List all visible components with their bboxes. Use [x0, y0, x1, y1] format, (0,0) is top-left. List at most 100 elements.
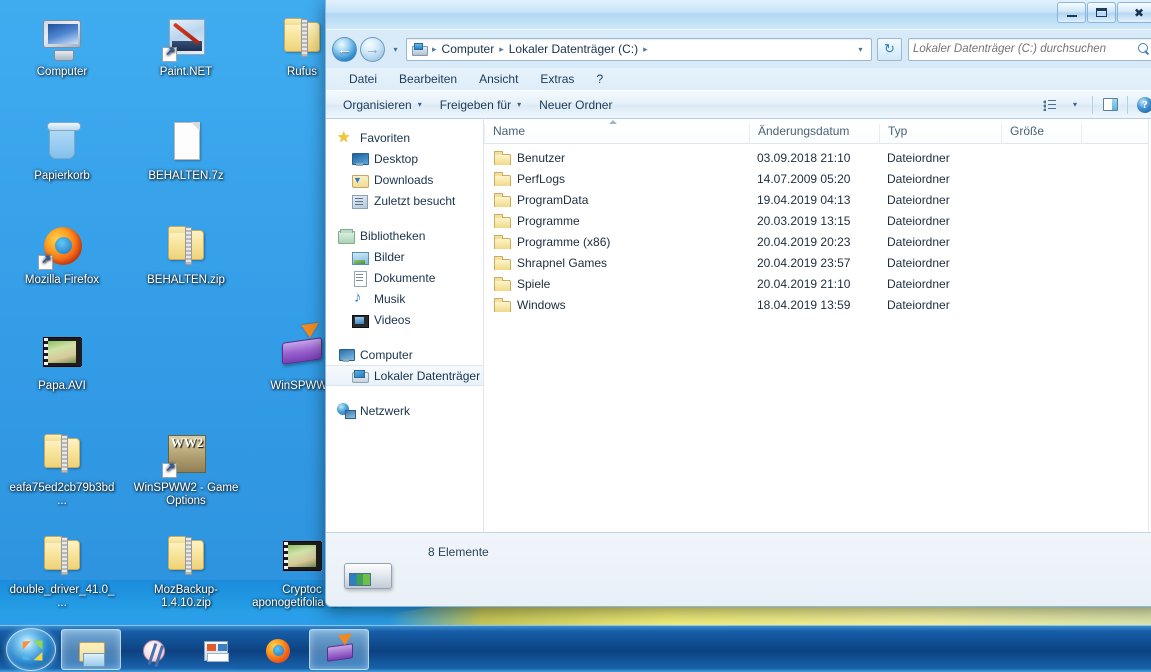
- breadcrumb-bar[interactable]: ▸ Computer ▸ Lokaler Datenträger (C:) ▸ …: [406, 38, 872, 61]
- taskbar-button-snipping-tool[interactable]: [123, 629, 183, 670]
- table-row[interactable]: Shrapnel Games20.04.2019 23:57Dateiordne…: [484, 252, 1148, 273]
- maximize-restore-button[interactable]: [1087, 2, 1116, 23]
- sidebar-item-label: Zuletzt besucht: [374, 194, 455, 208]
- table-row[interactable]: Benutzer03.09.2018 21:10Dateiordner: [484, 147, 1148, 168]
- file-name-cell[interactable]: Shrapnel Games: [484, 256, 749, 270]
- file-name-cell[interactable]: PerfLogs: [484, 172, 749, 186]
- change-view-dropdown[interactable]: ▾: [1062, 94, 1088, 116]
- back-button[interactable]: ←: [332, 37, 357, 62]
- minimize-button[interactable]: [1057, 2, 1086, 23]
- desktop-icon-mozbackup-1-4-10-zip[interactable]: MozBackup-1.4.10.zip: [132, 532, 240, 610]
- change-view-button[interactable]: [1036, 94, 1062, 116]
- sidebar-item-zuletzt-besucht[interactable]: Zuletzt besucht: [326, 190, 483, 211]
- breadcrumb-separator-2[interactable]: ▸: [641, 44, 650, 55]
- menu-bearbeiten[interactable]: Bearbeiten: [388, 70, 468, 88]
- column-header--nderungsdatum[interactable]: Änderungsdatum: [749, 124, 879, 143]
- sidebar-item-bilder[interactable]: Bilder: [326, 246, 483, 267]
- sidebar-item-videos[interactable]: Videos: [326, 309, 483, 330]
- desktop-icon-mozilla-firefox[interactable]: Mozilla Firefox: [8, 222, 116, 287]
- close-button[interactable]: ✖: [1117, 2, 1151, 23]
- sidebar-item-musik[interactable]: Musik: [326, 288, 483, 309]
- zip-icon: [278, 14, 326, 62]
- sidebar-item-dokumente[interactable]: Dokumente: [326, 267, 483, 288]
- breadcrumb-separator-0[interactable]: ▸: [430, 44, 439, 55]
- preview-pane-button[interactable]: [1097, 94, 1123, 116]
- firefox-icon: [38, 222, 86, 270]
- desktop-icon-behalten-zip[interactable]: BEHALTEN.zip: [132, 222, 240, 287]
- table-row[interactable]: ProgramData19.04.2019 04:13Dateiordner: [484, 189, 1148, 210]
- column-header-typ[interactable]: Typ: [879, 124, 1001, 143]
- forward-button[interactable]: →: [360, 37, 385, 62]
- explorer-window[interactable]: ✖ ← → ▾ ▸ Computer ▸ Lokaler Datenträger…: [325, 0, 1151, 607]
- breadcrumb-separator-1[interactable]: ▸: [497, 44, 506, 55]
- table-row[interactable]: Programme20.03.2019 13:15Dateiordner: [484, 210, 1148, 231]
- taskbar-button-media-center[interactable]: [185, 629, 245, 670]
- nav-group-computer[interactable]: Computer: [326, 344, 483, 365]
- file-name-cell[interactable]: Programme (x86): [484, 235, 749, 249]
- table-row[interactable]: Programme (x86)20.04.2019 20:23Dateiordn…: [484, 231, 1148, 252]
- column-header-blank[interactable]: [1081, 124, 1141, 143]
- details-pane: 8 Elemente: [326, 532, 1151, 606]
- shortcut-arrow-icon: [162, 47, 177, 62]
- desktop-icon-papa-avi[interactable]: Papa.AVI: [8, 328, 116, 393]
- menu-hilfe[interactable]: ?: [585, 70, 614, 88]
- shortcut-arrow-icon: [162, 463, 177, 478]
- desktop-icon-label: Computer: [8, 66, 116, 79]
- taskbar[interactable]: [0, 625, 1151, 672]
- file-name-cell[interactable]: Spiele: [484, 277, 749, 291]
- menu-ansicht[interactable]: Ansicht: [468, 70, 529, 88]
- nav-group-bibliotheken[interactable]: Bibliotheken: [326, 225, 483, 246]
- desktop-icon-papierkorb[interactable]: Papierkorb: [8, 118, 116, 183]
- sidebar-item-desktop[interactable]: Desktop: [326, 148, 483, 169]
- breadcrumb-local-disk[interactable]: Lokaler Datenträger (C:): [506, 42, 641, 56]
- computer-icon: [338, 347, 354, 363]
- nav-group-favoriten[interactable]: Favoriten: [326, 127, 483, 148]
- taskbar-button-explorer[interactable]: [61, 629, 121, 670]
- column-header-gr-e[interactable]: Größe: [1001, 124, 1081, 143]
- desktop-icon-paint-net[interactable]: Paint.NET: [132, 14, 240, 79]
- table-row[interactable]: Spiele20.04.2019 21:10Dateiordner: [484, 273, 1148, 294]
- share-with-button[interactable]: Freigeben für ▾: [431, 94, 530, 116]
- sidebar-item-downloads[interactable]: Downloads: [326, 169, 483, 190]
- start-button[interactable]: [6, 628, 56, 671]
- list-view-icon: [1042, 99, 1056, 111]
- type-cell: Dateiordner: [879, 172, 1001, 186]
- file-list-area[interactable]: NameÄnderungsdatumTypGröße Benutzer03.09…: [484, 119, 1148, 532]
- window-title-bar[interactable]: ✖: [326, 0, 1151, 30]
- taskbar-button-winspww2[interactable]: [309, 629, 369, 670]
- new-folder-button[interactable]: Neuer Ordner: [530, 94, 621, 116]
- file-name-cell[interactable]: Benutzer: [484, 151, 749, 165]
- nav-group-netzwerk[interactable]: Netzwerk: [326, 400, 483, 421]
- star-icon: [338, 130, 354, 146]
- organize-button[interactable]: Organisieren ▾: [334, 94, 431, 116]
- menu-datei[interactable]: Datei: [338, 70, 388, 88]
- search-input[interactable]: [913, 43, 1138, 55]
- search-icon[interactable]: [1138, 43, 1151, 56]
- navigation-pane[interactable]: FavoritenDesktopDownloads Zuletzt besucht…: [326, 119, 484, 532]
- table-row[interactable]: Windows18.04.2019 13:59Dateiordner: [484, 294, 1148, 315]
- refresh-button[interactable]: ↻: [877, 38, 902, 61]
- video-icon: [278, 532, 326, 580]
- breadcrumb-computer[interactable]: Computer: [439, 42, 498, 56]
- folder-icon: [494, 172, 510, 186]
- breadcrumb-dropdown-button[interactable]: ▾: [852, 39, 869, 60]
- table-row[interactable]: PerfLogs14.07.2009 05:20Dateiordner: [484, 168, 1148, 189]
- column-header-name[interactable]: Name: [484, 124, 749, 143]
- desktop-icon-winspww2-game-options[interactable]: WW2WinSPWW2 - Game Options: [132, 430, 240, 508]
- file-name-cell[interactable]: Windows: [484, 298, 749, 312]
- taskbar-button-firefox[interactable]: [247, 629, 307, 670]
- sidebar-item-lokaler-datentr-ger[interactable]: Lokaler Datenträger: [326, 365, 483, 386]
- modified-date-cell: 20.04.2019 21:10: [749, 277, 879, 291]
- file-name-cell[interactable]: Programme: [484, 214, 749, 228]
- file-list-rows[interactable]: Benutzer03.09.2018 21:10DateiordnerPerfL…: [484, 144, 1148, 532]
- desktop-icon-eafa75ed2cb79b3bd[interactable]: eafa75ed2cb79b3bd...: [8, 430, 116, 508]
- search-box[interactable]: [908, 38, 1151, 61]
- recent-locations-button[interactable]: ▾: [388, 37, 403, 62]
- desktop-icon-behalten-7z[interactable]: BEHALTEN.7z: [132, 118, 240, 183]
- file-name-cell[interactable]: ProgramData: [484, 193, 749, 207]
- help-button[interactable]: ?: [1132, 94, 1151, 116]
- network-icon: [338, 403, 354, 419]
- desktop-icon-double-driver-41-0[interactable]: double_driver_41.0_...: [8, 532, 116, 610]
- menu-extras[interactable]: Extras: [529, 70, 585, 88]
- desktop-icon-computer[interactable]: Computer: [8, 14, 116, 79]
